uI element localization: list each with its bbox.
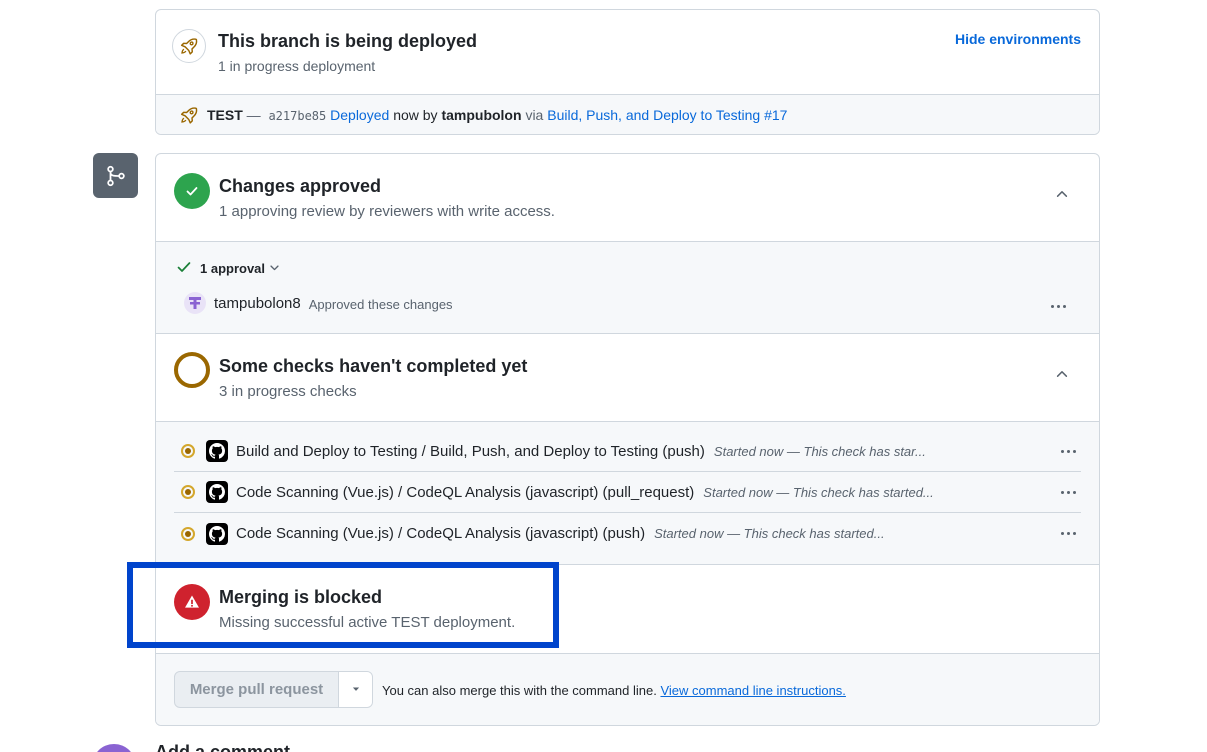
check-status-note: Started now — This check has star... xyxy=(713,443,926,459)
git-branch-icon xyxy=(93,153,138,198)
more-options-icon[interactable] xyxy=(1057,525,1079,541)
via-text: via xyxy=(525,107,544,123)
check-name[interactable]: Code Scanning (Vue.js) / CodeQL Analysis… xyxy=(236,525,645,542)
approved-title: Changes approved xyxy=(219,176,382,196)
deployment-subtitle: 1 in progress deployment xyxy=(218,58,376,74)
merge-button-group: Merge pull request xyxy=(174,671,373,708)
collapse-chevron-icon[interactable] xyxy=(1051,363,1073,385)
approved-subtitle: 1 approving review by reviewers with wri… xyxy=(219,203,555,220)
check-row[interactable]: Code Scanning (Vue.js) / CodeQL Analysis… xyxy=(174,513,1081,554)
checks-subtitle: 3 in progress checks xyxy=(219,383,357,400)
checks-section: Some checks haven't completed yet 3 in p… xyxy=(156,334,1099,422)
triangle-down-icon xyxy=(351,681,361,699)
approvals-section: 1 approval tampubolon8 Approved these ch… xyxy=(156,242,1099,334)
github-logo-icon xyxy=(206,522,228,545)
changes-approved-section: Changes approved 1 approving review by r… xyxy=(156,154,1099,242)
deployment-title: This branch is being deployed xyxy=(218,31,478,51)
pending-dot-icon xyxy=(181,444,195,458)
environment-name: TEST xyxy=(207,107,243,123)
check-name[interactable]: Code Scanning (Vue.js) / CodeQL Analysis… xyxy=(236,484,694,501)
reviewer-username[interactable]: tampubolon8 xyxy=(214,295,301,312)
check-circle-icon xyxy=(174,173,210,209)
merge-action-section: Merge pull request You can also merge th… xyxy=(156,654,1099,725)
check-row[interactable]: Code Scanning (Vue.js) / CodeQL Analysis… xyxy=(174,472,1081,513)
deployment-header: This branch is being deployed 1 in progr… xyxy=(156,10,1099,94)
merge-pull-request-button[interactable]: Merge pull request xyxy=(175,672,339,707)
pending-dot-icon xyxy=(181,485,195,499)
collapse-chevron-icon[interactable] xyxy=(1051,183,1073,205)
deployed-status-link[interactable]: Deployed xyxy=(330,107,389,123)
merge-hint: You can also merge this with the command… xyxy=(382,683,846,698)
now-by-text: now by xyxy=(393,107,438,123)
github-logo-icon xyxy=(206,440,228,462)
reviewer-note: Approved these changes xyxy=(308,296,453,312)
avatar xyxy=(92,744,136,752)
more-options-icon[interactable] xyxy=(1047,298,1069,314)
rocket-icon xyxy=(172,29,206,63)
separator-dash: — xyxy=(246,107,261,123)
check-status-note: Started now — This check has started... xyxy=(654,526,885,541)
approval-count-toggle[interactable]: 1 approval xyxy=(176,259,280,278)
deployer-username[interactable]: tampubolon xyxy=(441,107,521,123)
command-line-instructions-link[interactable]: View command line instructions. xyxy=(660,683,845,698)
checks-title: Some checks haven't completed yet xyxy=(219,356,528,376)
check-name[interactable]: Build and Deploy to Testing / Build, Pus… xyxy=(236,443,705,460)
approval-count-label: 1 approval xyxy=(200,261,266,276)
github-logo-icon xyxy=(206,481,228,503)
rocket-icon xyxy=(180,106,198,127)
chevron-down-icon xyxy=(269,261,280,276)
avatar[interactable] xyxy=(184,292,206,314)
check-status-note: Started now — This check has started... xyxy=(703,484,934,500)
more-options-icon[interactable] xyxy=(1057,484,1079,500)
hide-environments-link[interactable]: Hide environments xyxy=(955,31,1081,47)
add-comment-title: Add a comment xyxy=(155,742,291,752)
check-icon xyxy=(176,259,192,278)
reviewer-row: tampubolon8 Approved these changes xyxy=(184,292,453,314)
checks-list: Build and Deploy to Testing / Build, Pus… xyxy=(156,422,1099,565)
pending-circle-icon xyxy=(174,352,210,388)
deployment-panel: This branch is being deployed 1 in progr… xyxy=(155,9,1100,135)
pending-dot-icon xyxy=(181,526,195,541)
merge-hint-text: You can also merge this with the command… xyxy=(382,683,657,698)
check-row[interactable]: Build and Deploy to Testing / Build, Pus… xyxy=(174,431,1081,472)
commit-sha[interactable]: a217be85 xyxy=(268,109,326,123)
deployment-row: TEST — a217be85 Deployed now by tampubol… xyxy=(156,94,1099,134)
more-options-icon[interactable] xyxy=(1057,443,1079,459)
workflow-run-link[interactable]: Build, Push, and Deploy to Testing #17 xyxy=(547,107,787,123)
merge-options-dropdown[interactable] xyxy=(339,672,372,707)
highlight-box xyxy=(127,562,559,648)
